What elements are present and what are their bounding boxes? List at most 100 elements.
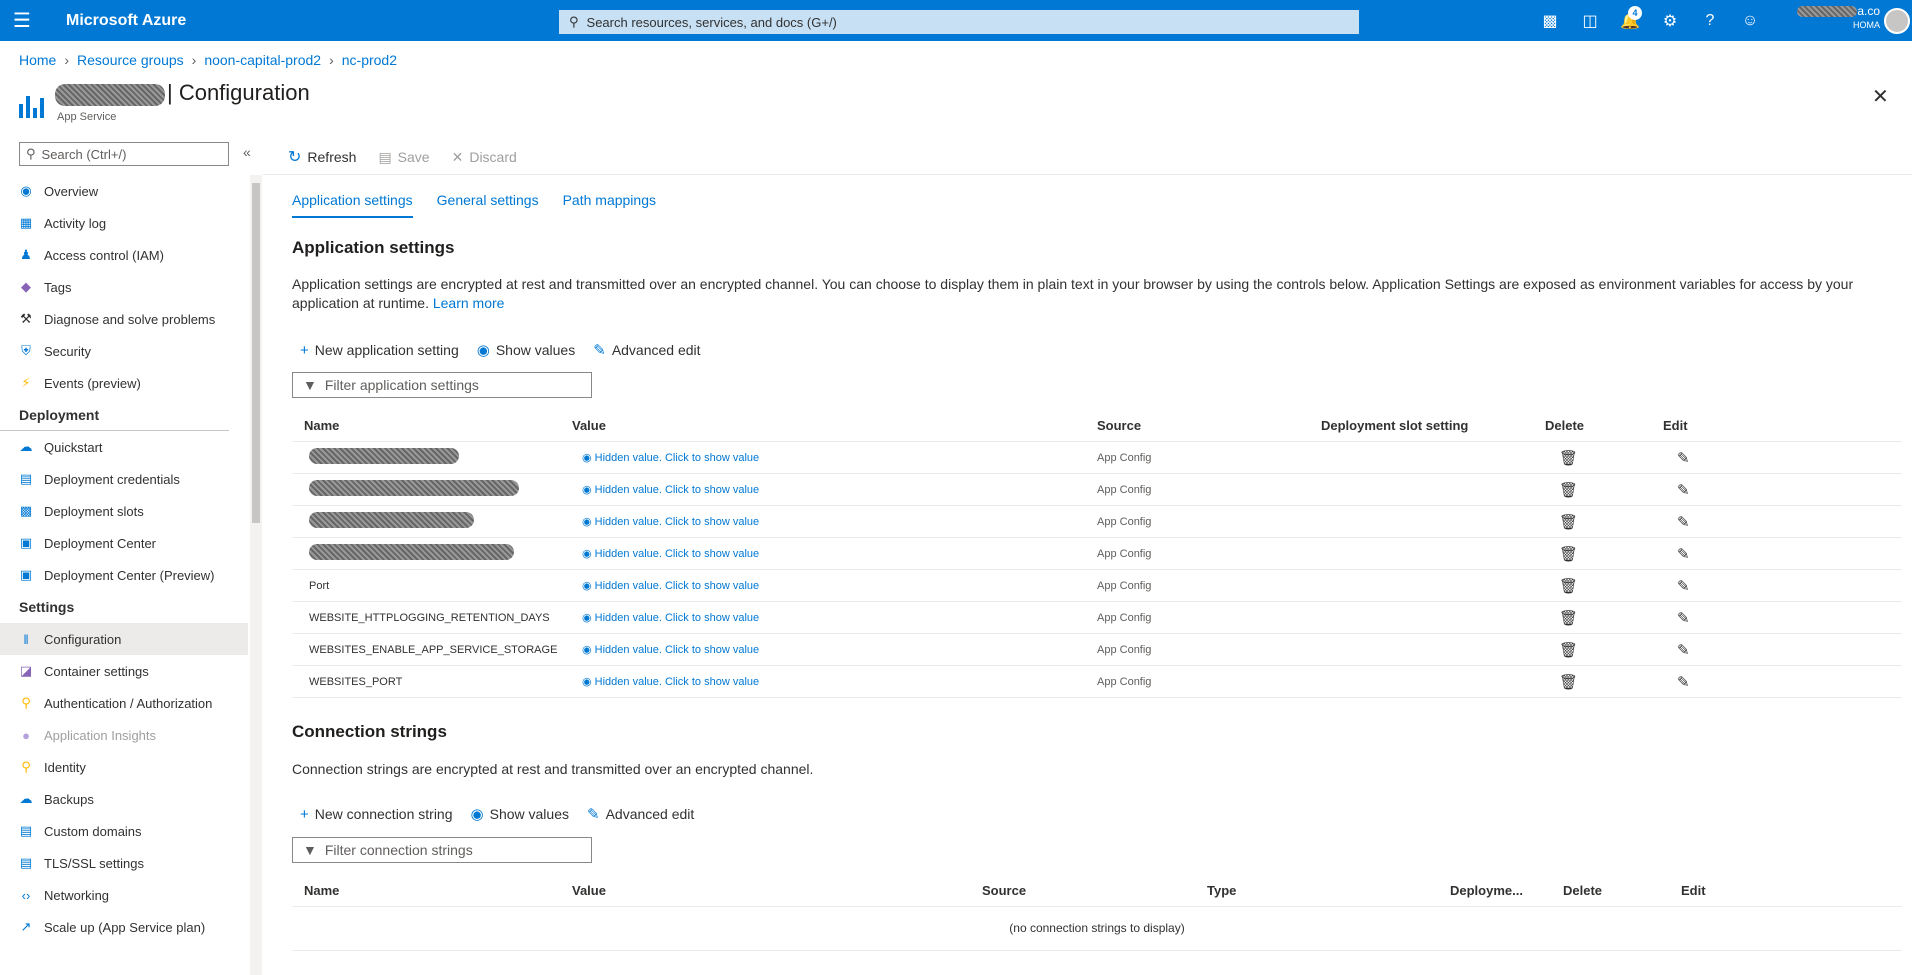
filter-app-settings-input[interactable]: ▼ Filter application settings: [292, 372, 592, 398]
edit-pencil-icon[interactable]: ✎: [1663, 449, 1773, 467]
menu-item-diagnose[interactable]: ⚒ Diagnose and solve problems: [0, 303, 248, 335]
column-header-source[interactable]: Source: [982, 883, 1207, 898]
feedback-smiley-icon[interactable]: ☺: [1730, 0, 1770, 41]
table-row[interactable]: ◉ Hidden value. Click to show value App C…: [292, 474, 1902, 506]
delete-trash-icon[interactable]: 🗑: [1545, 449, 1663, 467]
menu-item-deployment-center[interactable]: ▣ Deployment Center: [0, 527, 248, 559]
global-search-input[interactable]: ⚲ Search resources, services, and docs (…: [559, 10, 1359, 34]
hidden-value-link[interactable]: Hidden value. Click to show value: [595, 484, 759, 496]
hidden-value-link[interactable]: Hidden value. Click to show value: [595, 452, 759, 464]
setting-value[interactable]: ◉ Hidden value. Click to show value: [572, 643, 1097, 656]
new-application-setting-button[interactable]: + New application setting: [300, 342, 459, 359]
menu-scrollbar[interactable]: [250, 175, 262, 975]
discard-button[interactable]: ✕ Discard: [452, 149, 517, 166]
table-row[interactable]: Port ◉ Hidden value. Click to show value A…: [292, 570, 1902, 602]
menu-item-deployment-slots[interactable]: ▩ Deployment slots: [0, 495, 248, 527]
tab-general-settings[interactable]: General settings: [437, 192, 539, 218]
table-row[interactable]: ◉ Hidden value. Click to show value App C…: [292, 506, 1902, 538]
show-values-button[interactable]: ◉ Show values: [471, 805, 569, 823]
account-menu[interactable]: a.co HOMA: [1780, 4, 1880, 38]
edit-pencil-icon[interactable]: ✎: [1663, 609, 1773, 627]
menu-item-security[interactable]: ⛨ Security: [0, 335, 248, 367]
breadcrumb-home[interactable]: Home: [19, 52, 56, 68]
delete-trash-icon[interactable]: 🗑: [1545, 641, 1663, 659]
tab-path-mappings[interactable]: Path mappings: [563, 192, 656, 218]
settings-gear-icon[interactable]: ⚙: [1650, 0, 1690, 41]
hidden-value-link[interactable]: Hidden value. Click to show value: [595, 644, 759, 656]
setting-value[interactable]: ◉ Hidden value. Click to show value: [572, 611, 1097, 624]
setting-value[interactable]: ◉ Hidden value. Click to show value: [572, 675, 1097, 688]
hidden-value-link[interactable]: Hidden value. Click to show value: [595, 516, 759, 528]
hamburger-menu-icon[interactable]: ☰: [0, 0, 44, 41]
breadcrumb-resource-groups[interactable]: Resource groups: [77, 52, 184, 68]
menu-item-scale-up[interactable]: ↗ Scale up (App Service plan): [0, 911, 248, 943]
menu-search-input[interactable]: ⚲ Search (Ctrl+/): [19, 142, 229, 166]
menu-item-deployment-center-preview[interactable]: ▣ Deployment Center (Preview): [0, 559, 248, 591]
delete-trash-icon[interactable]: 🗑: [1545, 545, 1663, 563]
table-row[interactable]: WEBSITE_HTTPLOGGING_RETENTION_DAYS ◉ Hidd…: [292, 602, 1902, 634]
menu-item-events[interactable]: ⚡ Events (preview): [0, 367, 248, 399]
column-header-slot-setting[interactable]: Deployment slot setting: [1321, 418, 1545, 433]
table-row[interactable]: WEBSITES_ENABLE_APP_SERVICE_STORAGE ◉ Hid…: [292, 634, 1902, 666]
setting-value[interactable]: ◉ Hidden value. Click to show value: [572, 483, 1097, 496]
help-icon[interactable]: ?: [1690, 0, 1730, 41]
column-header-type[interactable]: Type: [1207, 883, 1450, 898]
filter-conn-strings-input[interactable]: ▼ Filter connection strings: [292, 837, 592, 863]
collapse-menu-icon[interactable]: «: [243, 144, 251, 160]
setting-value[interactable]: ◉ Hidden value. Click to show value: [572, 547, 1097, 560]
menu-item-access-control[interactable]: ♟ Access control (IAM): [0, 239, 248, 271]
breadcrumb-app[interactable]: nc-prod2: [342, 52, 397, 68]
setting-value[interactable]: ◉ Hidden value. Click to show value: [572, 451, 1097, 464]
delete-trash-icon[interactable]: 🗑: [1545, 609, 1663, 627]
column-header-source[interactable]: Source: [1097, 418, 1321, 433]
delete-trash-icon[interactable]: 🗑: [1545, 673, 1663, 691]
menu-item-identity[interactable]: ⚲ Identity: [0, 751, 248, 783]
menu-item-configuration[interactable]: ‖ Configuration: [0, 623, 248, 655]
table-row[interactable]: WEBSITES_PORT ◉ Hidden value. Click to sh…: [292, 666, 1902, 698]
edit-pencil-icon[interactable]: ✎: [1663, 513, 1773, 531]
advanced-edit-button[interactable]: ✎ Advanced edit: [593, 341, 700, 359]
setting-value[interactable]: ◉ Hidden value. Click to show value: [572, 515, 1097, 528]
delete-trash-icon[interactable]: 🗑: [1545, 481, 1663, 499]
notifications-icon[interactable]: 🔔 4: [1610, 0, 1650, 41]
advanced-edit-button[interactable]: ✎ Advanced edit: [587, 805, 694, 823]
menu-item-overview[interactable]: ◉ Overview: [0, 175, 248, 207]
directory-filter-icon[interactable]: ◫: [1570, 0, 1610, 41]
breadcrumb-resource-group[interactable]: noon-capital-prod2: [204, 52, 321, 68]
delete-trash-icon[interactable]: 🗑: [1545, 577, 1663, 595]
column-header-name[interactable]: Name: [292, 883, 572, 898]
table-row[interactable]: ◉ Hidden value. Click to show value App C…: [292, 442, 1902, 474]
avatar[interactable]: [1884, 8, 1910, 34]
save-button[interactable]: ▤ Save: [378, 149, 429, 166]
menu-item-custom-domains[interactable]: ▤ Custom domains: [0, 815, 248, 847]
menu-item-activity-log[interactable]: ▦ Activity log: [0, 207, 248, 239]
learn-more-link[interactable]: Learn more: [433, 295, 505, 311]
edit-pencil-icon[interactable]: ✎: [1663, 673, 1773, 691]
setting-value[interactable]: ◉ Hidden value. Click to show value: [572, 579, 1097, 592]
column-header-slot-setting[interactable]: Deployme...: [1450, 883, 1563, 898]
column-header-value[interactable]: Value: [572, 418, 1097, 433]
tab-application-settings[interactable]: Application settings: [292, 192, 413, 218]
menu-item-tls-ssl[interactable]: ▤ TLS/SSL settings: [0, 847, 248, 879]
hidden-value-link[interactable]: Hidden value. Click to show value: [595, 676, 759, 688]
menu-item-deployment-credentials[interactable]: ▤ Deployment credentials: [0, 463, 248, 495]
column-header-name[interactable]: Name: [292, 418, 572, 433]
edit-pencil-icon[interactable]: ✎: [1663, 545, 1773, 563]
menu-item-tags[interactable]: ◆ Tags: [0, 271, 248, 303]
new-connection-string-button[interactable]: + New connection string: [300, 806, 453, 823]
menu-item-backups[interactable]: ☁ Backups: [0, 783, 248, 815]
menu-item-container-settings[interactable]: ◪ Container settings: [0, 655, 248, 687]
edit-pencil-icon[interactable]: ✎: [1663, 641, 1773, 659]
table-row[interactable]: ◉ Hidden value. Click to show value App C…: [292, 538, 1902, 570]
hidden-value-link[interactable]: Hidden value. Click to show value: [595, 580, 759, 592]
hidden-value-link[interactable]: Hidden value. Click to show value: [595, 548, 759, 560]
menu-item-networking[interactable]: ‹› Networking: [0, 879, 248, 911]
brand-name[interactable]: Microsoft Azure: [66, 12, 186, 30]
hidden-value-link[interactable]: Hidden value. Click to show value: [595, 612, 759, 624]
edit-pencil-icon[interactable]: ✎: [1663, 481, 1773, 499]
menu-item-quickstart[interactable]: ☁ Quickstart: [0, 431, 248, 463]
delete-trash-icon[interactable]: 🗑: [1545, 513, 1663, 531]
scrollbar-thumb[interactable]: [252, 183, 260, 523]
cloud-shell-icon[interactable]: ▩: [1530, 0, 1570, 41]
edit-pencil-icon[interactable]: ✎: [1663, 577, 1773, 595]
